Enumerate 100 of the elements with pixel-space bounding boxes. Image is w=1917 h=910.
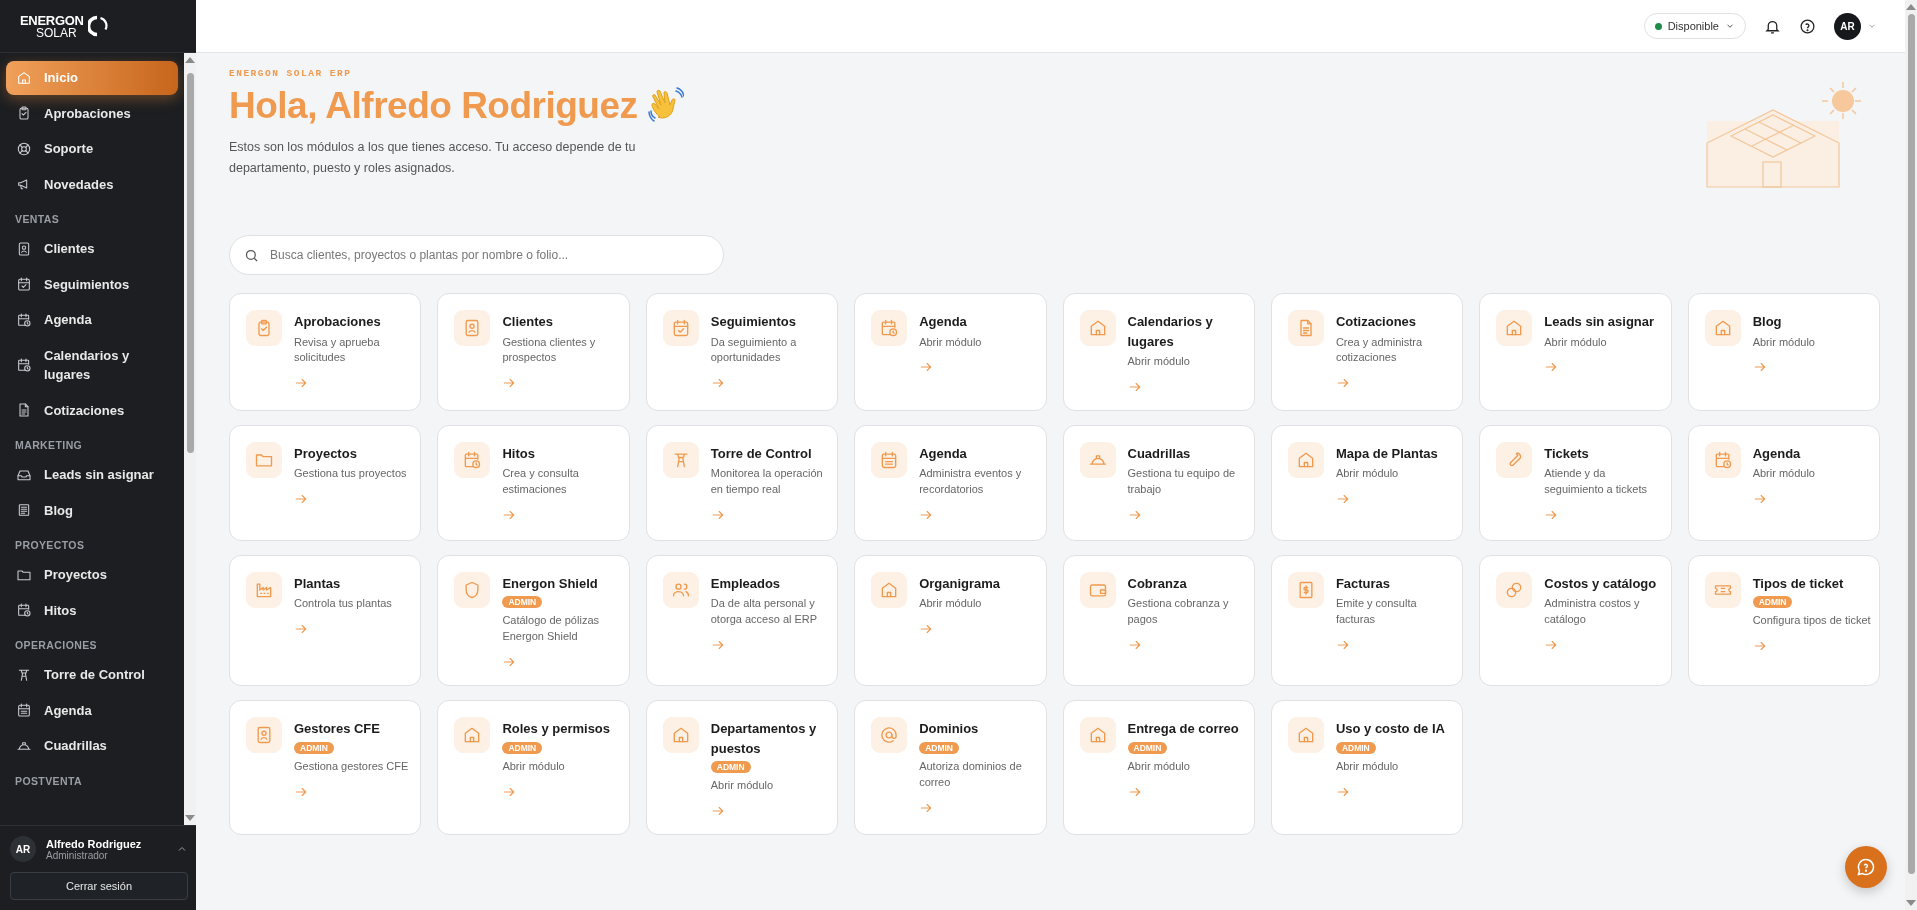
module-title: Agenda	[919, 313, 967, 331]
calendar-clock-icon	[16, 602, 32, 619]
calendar-clock-icon	[462, 449, 483, 470]
module-title: Aprobaciones	[294, 313, 381, 331]
module-card[interactable]: Gestores CFE ADMIN Gestiona gestores CFE	[229, 700, 422, 836]
module-card[interactable]: Seguimientos Da seguimiento a oportunidades	[645, 293, 839, 411]
section-heading: MARKETING	[14, 438, 84, 453]
module-description: Abrir módulo	[1544, 334, 1607, 350]
nav-item[interactable]: Seguimientos	[6, 267, 178, 301]
module-card[interactable]: Cuadrillas Gestiona tu equipo de trabajo	[1062, 424, 1255, 541]
module-card[interactable]: Aprobaciones Revisa y aprueba solicitudes	[229, 293, 422, 411]
logout-button[interactable]: Cerrar sesión	[10, 872, 188, 900]
module-description: Gestiona gestores CFE	[294, 758, 409, 774]
section-heading: VENTAS	[14, 212, 61, 227]
module-card[interactable]: Entrega de correo ADMIN Abrir módulo	[1062, 700, 1255, 836]
chat-help-button[interactable]	[1845, 846, 1887, 888]
scrollbar[interactable]	[184, 53, 196, 825]
intro-text: Estos son los módulos a los que tienes acceso. Tu acceso depende de tu departamento, puesto y roles asignados.	[229, 139, 637, 178]
module-card[interactable]: Calendarios y lugares Abrir módulo	[1062, 293, 1255, 411]
nav-item[interactable]: Agenda	[6, 303, 178, 337]
module-card[interactable]: Tickets Atiende y da seguimiento a tickets	[1479, 424, 1672, 541]
module-card[interactable]: Departamentos y puestos ADMIN Abrir módulo	[645, 700, 839, 836]
calendar-clock-icon	[16, 311, 32, 328]
module-description: Administra eventos y recordatorios	[919, 466, 1023, 498]
calendar-clock-icon	[16, 357, 32, 373]
module-card[interactable]: Plantas Controla tus plantas	[229, 554, 422, 687]
module-card[interactable]: Mapa de Plantas Abrir módulo	[1270, 424, 1464, 541]
module-title: Dominios	[919, 720, 979, 739]
module-title: Torre de Control	[710, 444, 812, 463]
module-title: Roles y permisos	[502, 720, 611, 739]
nav-item[interactable]: Novedades	[6, 167, 178, 201]
module-description: Configura tipos de ticket	[1752, 613, 1871, 629]
module-title: Proyectos	[294, 444, 357, 463]
chat-question-icon	[1856, 857, 1876, 877]
module-card[interactable]: Dominios ADMIN Autoriza dominios de correo	[854, 700, 1047, 836]
status-dot	[1654, 22, 1662, 30]
user-avatar: AR	[10, 836, 36, 862]
module-card[interactable]: Energon Shield ADMIN Catálogo de pólizas Energon Shield	[437, 554, 630, 687]
module-description: Da de alta personal y otorga acceso al ERP	[710, 596, 819, 628]
module-card[interactable]: Proyectos Gestiona tus proyectos	[229, 424, 422, 541]
nav-item[interactable]: Torre de Control	[6, 658, 178, 692]
calendar-icon	[16, 702, 32, 719]
module-description: Atiende y da seguimiento a tickets	[1544, 466, 1648, 498]
module-card[interactable]: Empleados Da de alta personal y otorga acceso al ERP	[645, 554, 839, 687]
admin-badge: ADMIN	[710, 761, 751, 774]
module-title: Mapa de Plantas	[1335, 444, 1438, 463]
module-title: Empleados	[710, 574, 781, 593]
module-title: Cobranza	[1127, 574, 1187, 593]
module-title: Organigrama	[919, 574, 1001, 593]
module-card[interactable]: Agenda Abrir módulo	[1687, 424, 1880, 541]
module-description: Abrir módulo	[1752, 334, 1815, 350]
module-description: Abrir módulo	[710, 778, 774, 794]
module-card[interactable]: Hitos Crea y consulta estimaciones	[437, 424, 630, 541]
module-title: Clientes	[502, 313, 553, 331]
section-heading: POSTVENTA	[14, 773, 83, 789]
document-icon	[16, 402, 32, 419]
module-card[interactable]: Organigrama Abrir módulo	[854, 554, 1047, 687]
scrollbar[interactable]	[1905, 0, 1917, 910]
user-avatar[interactable]: AR	[1834, 12, 1861, 40]
module-card[interactable]: Agenda Administra eventos y recordatorios	[854, 424, 1047, 541]
module-card[interactable]: Torre de Control Monitorea la operación en tiempo real	[645, 424, 839, 541]
module-title: Departamentos y puestos	[710, 720, 818, 758]
module-card[interactable]: Leads sin asignar Abrir módulo	[1479, 293, 1672, 411]
nav-item[interactable]: Aprobaciones	[6, 96, 178, 130]
nav-item[interactable]: Leads sin asignar	[6, 458, 178, 492]
module-title: Entrega de correo	[1127, 720, 1239, 739]
module-description: Controla tus plantas	[294, 596, 392, 612]
nav-item[interactable]: Proyectos	[6, 558, 178, 592]
module-card[interactable]: Facturas Emite y consulta facturas	[1270, 554, 1464, 687]
module-title: Agenda	[919, 444, 967, 463]
module-card[interactable]: Uso y costo de IA ADMIN Abrir módulo	[1270, 700, 1464, 836]
module-card[interactable]: Clientes Gestiona clientes y prospectos	[437, 293, 630, 411]
module-title: Leads sin asignar	[1544, 313, 1655, 331]
nav-item[interactable]: Agenda	[6, 693, 178, 727]
nav-item[interactable]: Calendarios y lugares	[6, 338, 178, 392]
module-card[interactable]: Cobranza Gestiona cobranza y pagos	[1062, 554, 1255, 687]
module-card[interactable]: Tipos de ticket ADMIN Configura tipos de ticket	[1687, 554, 1880, 687]
module-description: Abrir módulo	[1127, 758, 1190, 774]
nav-item[interactable]: Soporte	[6, 132, 178, 166]
nav-item[interactable]: Clientes	[6, 232, 178, 266]
nav-item[interactable]: Cotizaciones	[6, 393, 178, 427]
module-card[interactable]: Blog Abrir módulo	[1687, 293, 1880, 411]
module-description: Administra costos y catálogo	[1544, 596, 1641, 628]
help-icon[interactable]	[1799, 17, 1816, 35]
module-card[interactable]: Costos y catálogo Administra costos y catálogo	[1479, 554, 1672, 687]
module-title: Gestores CFE	[294, 720, 380, 739]
search-field[interactable]: Busca clientes, proyectos o plantas por nombre o folio...	[229, 235, 724, 275]
admin-badge: ADMIN	[1127, 741, 1168, 754]
module-title: Hitos	[502, 444, 535, 463]
module-card[interactable]: Roles y permisos ADMIN Abrir módulo	[437, 700, 630, 836]
module-title: Blog	[1752, 313, 1782, 331]
status-dropdown[interactable]: Disponible	[1643, 13, 1746, 39]
module-card[interactable]: Cotizaciones Crea y administra cotizaciones	[1270, 293, 1464, 411]
nav-item[interactable]: Hitos	[6, 593, 178, 627]
module-description: Abrir módulo	[1752, 466, 1815, 482]
module-description: Da seguimiento a oportunidades	[710, 334, 798, 366]
module-card[interactable]: Agenda Abrir módulo	[854, 293, 1047, 411]
nav-item[interactable]: Blog	[6, 493, 178, 527]
nav-item[interactable]: Cuadrillas	[6, 729, 178, 763]
at-sign-icon	[879, 725, 900, 746]
